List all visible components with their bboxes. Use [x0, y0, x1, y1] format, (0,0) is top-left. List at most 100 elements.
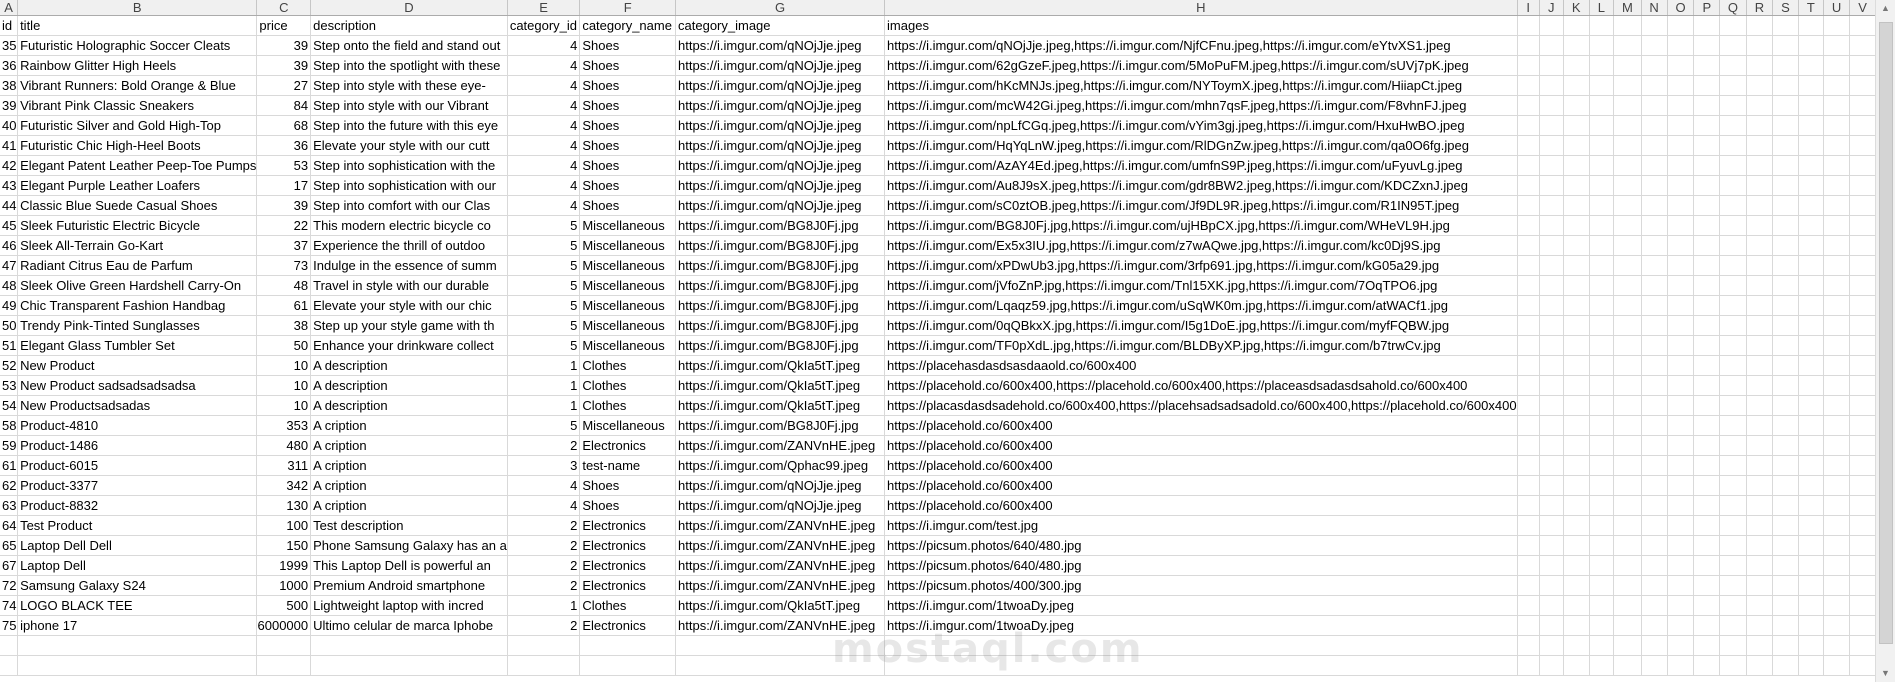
- cell-g[interactable]: https://i.imgur.com/BG8J0Fj.jpg: [675, 295, 886, 316]
- empty-cell[interactable]: [1667, 235, 1695, 256]
- empty-cell[interactable]: [1719, 455, 1747, 476]
- empty-cell[interactable]: [1719, 395, 1747, 416]
- empty-cell[interactable]: [1589, 95, 1615, 116]
- empty-cell[interactable]: [1693, 155, 1721, 176]
- empty-cell[interactable]: [1613, 515, 1642, 536]
- empty-cell[interactable]: [1517, 95, 1540, 116]
- empty-cell[interactable]: [1613, 635, 1642, 656]
- empty-cell[interactable]: [1517, 115, 1540, 136]
- empty-cell[interactable]: [1746, 615, 1774, 636]
- empty-cell[interactable]: [1798, 35, 1824, 56]
- empty-cell[interactable]: [1613, 255, 1642, 276]
- column-header-c[interactable]: C: [256, 0, 312, 16]
- empty-cell[interactable]: [1719, 415, 1747, 436]
- empty-cell[interactable]: [579, 655, 677, 676]
- empty-cell[interactable]: [1539, 235, 1564, 256]
- cell-h[interactable]: https://placehold.co/600x400: [884, 455, 1518, 476]
- cell-a[interactable]: 65: [0, 535, 19, 556]
- empty-cell[interactable]: [1641, 55, 1668, 76]
- empty-cell[interactable]: [1772, 635, 1799, 656]
- column-header-p[interactable]: P: [1693, 0, 1721, 16]
- column-header-a[interactable]: A: [0, 0, 19, 16]
- empty-cell[interactable]: [1823, 195, 1851, 216]
- column-header-v[interactable]: V: [1849, 0, 1876, 16]
- cell-d[interactable]: A cription: [310, 495, 508, 516]
- empty-cell[interactable]: [0, 635, 19, 656]
- empty-cell[interactable]: [1823, 215, 1851, 236]
- cell-f[interactable]: Miscellaneous: [579, 235, 677, 256]
- empty-cell[interactable]: [1667, 455, 1695, 476]
- cell-c[interactable]: 37: [256, 235, 312, 256]
- cell-g[interactable]: https://i.imgur.com/QkIa5tT.jpeg: [675, 395, 886, 416]
- empty-cell[interactable]: [1823, 455, 1851, 476]
- empty-cell[interactable]: [1719, 15, 1747, 36]
- empty-cell[interactable]: [1849, 375, 1876, 396]
- empty-cell[interactable]: [1563, 135, 1590, 156]
- empty-cell[interactable]: [1667, 375, 1695, 396]
- cell-f[interactable]: Shoes: [579, 95, 677, 116]
- empty-cell[interactable]: [1641, 35, 1668, 56]
- cell-d[interactable]: Step into style with these eye-: [310, 75, 508, 96]
- cell-h[interactable]: https://picsum.photos/640/480.jpg: [884, 555, 1518, 576]
- cell-a[interactable]: 44: [0, 195, 19, 216]
- empty-cell[interactable]: [1823, 355, 1851, 376]
- empty-cell[interactable]: [1517, 475, 1540, 496]
- empty-cell[interactable]: [1563, 495, 1590, 516]
- cell-b[interactable]: Elegant Patent Leather Peep-Toe Pumps: [17, 155, 258, 176]
- empty-cell[interactable]: [1589, 135, 1615, 156]
- cell-b[interactable]: Product-1486: [17, 435, 258, 456]
- empty-cell[interactable]: [1772, 555, 1799, 576]
- empty-cell[interactable]: [1641, 615, 1668, 636]
- cell-b[interactable]: LOGO BLACK TEE: [17, 595, 258, 616]
- empty-cell[interactable]: [1641, 495, 1668, 516]
- empty-cell[interactable]: [1563, 315, 1590, 336]
- cell-d[interactable]: Step into sophistication with the: [310, 155, 508, 176]
- cell-g[interactable]: https://i.imgur.com/QkIa5tT.jpeg: [675, 355, 886, 376]
- cell-h[interactable]: https://i.imgur.com/62gGzeF.jpeg,https:/…: [884, 55, 1518, 76]
- cell-d[interactable]: Step into the future with this eye: [310, 115, 508, 136]
- vertical-scrollbar[interactable]: ▲ ▼: [1875, 0, 1895, 682]
- empty-cell[interactable]: [1613, 575, 1642, 596]
- empty-cell[interactable]: [1613, 495, 1642, 516]
- cell-h[interactable]: https://i.imgur.com/hKcMNJs.jpeg,https:/…: [884, 75, 1518, 96]
- empty-cell[interactable]: [1746, 415, 1774, 436]
- empty-cell[interactable]: [1746, 355, 1774, 376]
- cell-c[interactable]: 38: [256, 315, 312, 336]
- empty-cell[interactable]: [17, 635, 258, 656]
- cell-h[interactable]: https://i.imgur.com/1twoaDy.jpeg: [884, 595, 1518, 616]
- empty-cell[interactable]: [1772, 135, 1799, 156]
- empty-cell[interactable]: [1693, 495, 1721, 516]
- empty-cell[interactable]: [507, 655, 581, 676]
- empty-cell[interactable]: [1589, 395, 1615, 416]
- empty-cell[interactable]: [1823, 335, 1851, 356]
- cell-c[interactable]: 6000000: [256, 615, 312, 636]
- cell-e[interactable]: 4: [507, 475, 581, 496]
- cell-b[interactable]: Elegant Purple Leather Loafers: [17, 175, 258, 196]
- empty-cell[interactable]: [1746, 115, 1774, 136]
- cell-f[interactable]: Miscellaneous: [579, 275, 677, 296]
- empty-cell[interactable]: [1539, 355, 1564, 376]
- empty-cell[interactable]: [1589, 275, 1615, 296]
- empty-cell[interactable]: [1641, 475, 1668, 496]
- empty-cell[interactable]: [1772, 375, 1799, 396]
- empty-cell[interactable]: [1823, 515, 1851, 536]
- cell-h[interactable]: https://i.imgur.com/HqYqLnW.jpeg,https:/…: [884, 135, 1518, 156]
- empty-cell[interactable]: [1746, 555, 1774, 576]
- empty-cell[interactable]: [1641, 315, 1668, 336]
- empty-cell[interactable]: [1746, 235, 1774, 256]
- empty-cell[interactable]: [1823, 275, 1851, 296]
- empty-cell[interactable]: [1823, 235, 1851, 256]
- cell-d[interactable]: Step up your style game with th: [310, 315, 508, 336]
- cell-d[interactable]: Step into the spotlight with these: [310, 55, 508, 76]
- cell-d[interactable]: A cription: [310, 415, 508, 436]
- cell-c[interactable]: 130: [256, 495, 312, 516]
- cell-d[interactable]: Test description: [310, 515, 508, 536]
- cell-b[interactable]: Test Product: [17, 515, 258, 536]
- cell-a[interactable]: 45: [0, 215, 19, 236]
- cell-g[interactable]: https://i.imgur.com/qNOjJje.jpeg: [675, 495, 886, 516]
- cell-f[interactable]: Electronics: [579, 575, 677, 596]
- cell-g[interactable]: https://i.imgur.com/qNOjJje.jpeg: [675, 35, 886, 56]
- cell-b[interactable]: Laptop Dell Dell: [17, 535, 258, 556]
- cell-e[interactable]: 1: [507, 595, 581, 616]
- empty-cell[interactable]: [1772, 515, 1799, 536]
